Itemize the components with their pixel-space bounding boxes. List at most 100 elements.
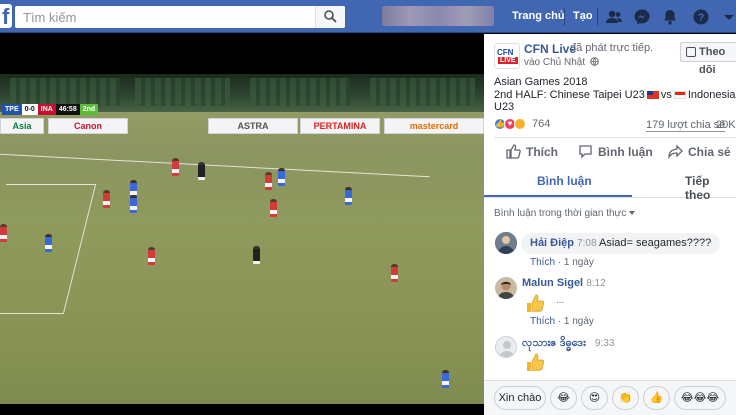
quick-reply-chip[interactable]: 😍: [581, 386, 608, 410]
advertising-board: PERTAMINA: [300, 118, 380, 134]
comment-like-link[interactable]: Thích: [530, 316, 555, 327]
quick-reply-chip[interactable]: Xin chào: [494, 386, 546, 410]
match-clock: 46:58: [55, 104, 80, 115]
live-video-player[interactable]: Asia Canon ASTRA PERTAMINA mastercard TP…: [0, 34, 484, 415]
page-avatar[interactable]: CFN LIVE: [494, 43, 520, 69]
score-overlay: TPE 0-0 INA 46:58 2nd: [2, 104, 99, 115]
home-link[interactable]: Trang chủ: [512, 10, 565, 22]
comment-text: Asiad= seagames????: [599, 237, 712, 249]
top-navigation-bar: f Trang chủ Tạo ?: [0, 0, 736, 33]
search-button[interactable]: [315, 6, 345, 28]
facebook-logo[interactable]: f: [0, 4, 12, 28]
reaction-count: 764: [532, 118, 551, 130]
advertising-board: Asia: [0, 118, 44, 134]
score-label: 0-0: [21, 104, 38, 115]
like-button[interactable]: Thích: [506, 144, 558, 159]
comment-button[interactable]: Bình luận: [579, 145, 653, 159]
stand-section: [135, 78, 230, 106]
commenter-avatar[interactable]: [495, 336, 517, 358]
thumbs-up-sticker-icon: [527, 353, 545, 371]
haha-reaction-icon: [514, 118, 526, 130]
player-red: [0, 224, 7, 242]
svg-text:?: ?: [698, 12, 705, 24]
comment-meta: Thích · 1 ngày: [530, 316, 594, 327]
nav-divider: [597, 8, 598, 26]
comment-time[interactable]: 8:12: [586, 278, 605, 289]
follow-button[interactable]: Theo dõi: [680, 42, 736, 76]
indonesia-flag-icon: [673, 91, 686, 99]
team1-label: TPE: [2, 104, 22, 115]
player-red: [172, 158, 179, 176]
page-name-link[interactable]: CFN Live: [524, 42, 576, 56]
comment-time[interactable]: 9:33: [595, 338, 614, 349]
thumbs-up-icon: [506, 144, 521, 159]
comment-header: Malun Sigel 8:12: [522, 277, 606, 289]
commenter-name[interactable]: Hải Điệp: [530, 237, 574, 249]
comment-header: လုသားဇ ဒိဓ္ဓဒေး 9:33: [522, 336, 614, 352]
comment-filter-dropdown[interactable]: Bình luận trong thời gian thực: [494, 208, 636, 219]
share-button[interactable]: Chia sẻ: [668, 144, 731, 159]
share-icon: [668, 144, 683, 159]
player-blue: [130, 195, 137, 213]
notifications-icon[interactable]: [661, 8, 679, 26]
tab-up-next[interactable]: Tiếp theo: [685, 174, 736, 202]
taiwan-flag-icon: [646, 91, 659, 99]
commenter-avatar[interactable]: [495, 232, 517, 254]
stand-section: [250, 78, 350, 106]
comment-time[interactable]: 7:08: [577, 238, 596, 249]
chevron-down-icon: [629, 211, 636, 215]
player-blue: [345, 187, 352, 205]
tab-comments[interactable]: Bình luận: [537, 174, 592, 188]
create-link[interactable]: Tạo: [573, 10, 593, 22]
commenter-name[interactable]: လုသားဇ ဒိဓ္ဓဒေး: [522, 337, 586, 349]
help-icon[interactable]: ?: [692, 8, 710, 26]
messenger-icon[interactable]: [633, 8, 651, 26]
profile-link-blurred[interactable]: [382, 6, 494, 26]
search-input[interactable]: [15, 6, 325, 28]
comment-text: ...: [556, 295, 565, 306]
stand-section: [370, 78, 475, 106]
comment-bubble: Hải Điệp 7:08 Asiad= seagames????: [521, 233, 721, 254]
divider: [494, 137, 736, 138]
thumbs-up-sticker-icon: [527, 294, 545, 312]
post-action-text: đã phát trực tiếp.: [570, 42, 654, 54]
video-frame: Asia Canon ASTRA PERTAMINA mastercard TP…: [0, 74, 484, 404]
follow-icon: [686, 47, 696, 57]
post-panel: CFN LIVE CFN Live đã phát trực tiếp. vào…: [484, 34, 736, 415]
player-red: [270, 199, 277, 217]
comment-like-link[interactable]: Thích: [530, 257, 555, 268]
player-red: [103, 190, 110, 208]
half-indicator: 2nd: [79, 104, 99, 115]
reactions-summary[interactable]: 👍 ♥ 764: [494, 118, 550, 130]
quick-reply-chip[interactable]: 👏: [612, 386, 639, 410]
player-blue: [442, 370, 449, 388]
quick-reply-chip[interactable]: 👍: [643, 386, 670, 410]
player-red: [391, 264, 398, 282]
player-red: [148, 247, 155, 265]
share-count-link[interactable]: 179 lượt chia sẻ: [646, 119, 726, 132]
advertising-board: Canon: [48, 118, 128, 134]
view-count: 20K: [716, 119, 736, 131]
referee-figure: [198, 162, 205, 180]
team2-label: INA: [37, 104, 56, 115]
comment-meta: Thích · 1 ngày: [530, 257, 594, 268]
advertising-board: mastercard: [384, 118, 484, 134]
player-blue: [278, 168, 285, 186]
quick-reply-chip[interactable]: 😂: [550, 386, 577, 410]
comment-icon: [579, 145, 592, 159]
commenter-avatar[interactable]: [495, 277, 517, 299]
search-icon: [324, 10, 337, 23]
referee-figure: [253, 246, 260, 264]
quick-reply-chip[interactable]: 😂😂😂: [674, 386, 726, 410]
nav-divider: [564, 8, 565, 26]
commenter-name[interactable]: Malun Sigel: [522, 277, 583, 289]
player-blue: [45, 234, 52, 252]
post-timestamp[interactable]: vào Chủ Nhật: [524, 57, 599, 68]
quick-reply-bar: Xin chào 😂 😍 👏 👍 😂😂😂: [484, 380, 736, 415]
menu-caret-icon[interactable]: [720, 8, 736, 26]
post-matchup: 2nd HALF: Chinese Taipei U23 vs Indonesia …: [494, 89, 736, 113]
globe-icon: [590, 57, 599, 66]
friends-icon[interactable]: [605, 8, 623, 26]
search-box: [15, 6, 345, 28]
touch-line: [0, 151, 430, 178]
